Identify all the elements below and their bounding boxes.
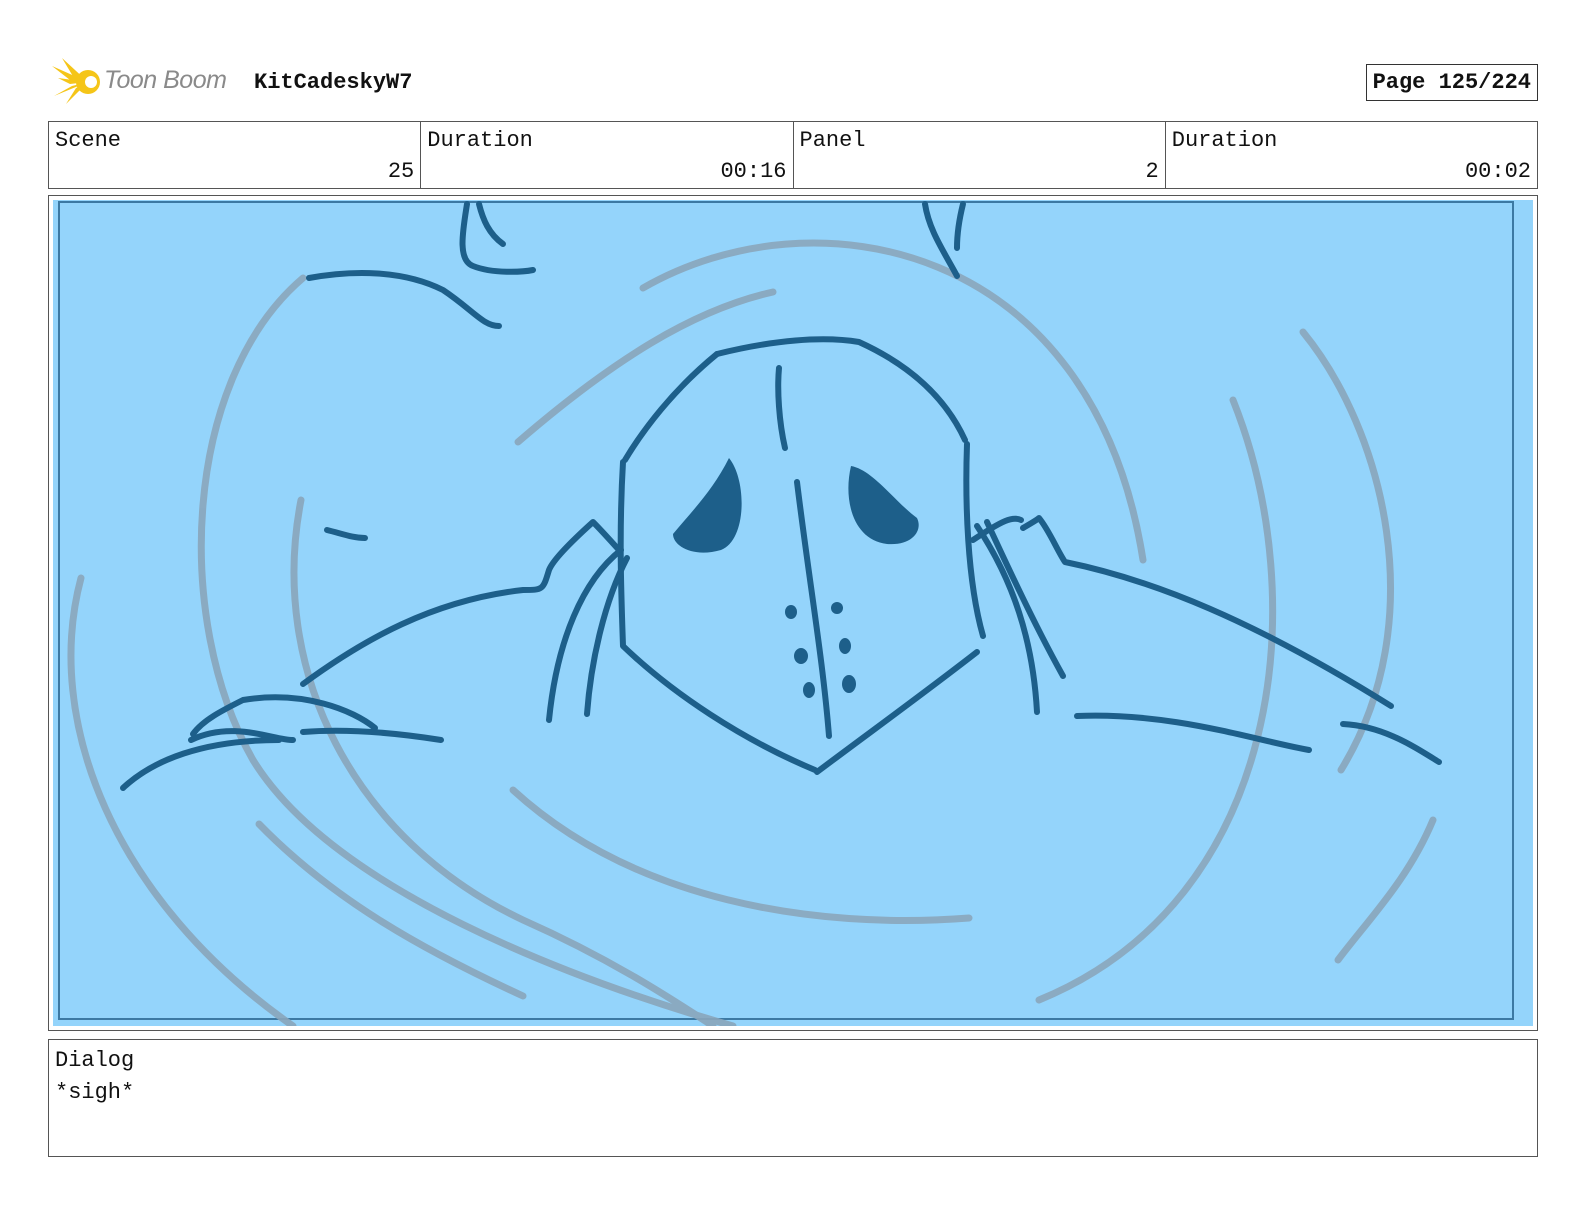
scene-label: Scene bbox=[55, 128, 122, 153]
dialog-label: Dialog bbox=[55, 1048, 135, 1073]
scene-value: 25 bbox=[387, 159, 415, 184]
toon-boom-starburst-icon bbox=[52, 58, 100, 104]
scene-duration-value: 00:16 bbox=[720, 159, 787, 184]
scene-cell: Scene 25 bbox=[49, 122, 422, 188]
dialog-text: *sigh* bbox=[55, 1080, 135, 1105]
panel-label: Panel bbox=[799, 128, 866, 153]
dialog-box: Dialog *sigh* bbox=[48, 1039, 1538, 1157]
panel-value: 2 bbox=[1145, 159, 1159, 184]
page-number: Page 125/224 bbox=[1365, 64, 1538, 101]
scene-duration-label: Duration bbox=[427, 128, 533, 153]
logo-text: Toon Boom bbox=[104, 66, 227, 94]
panel-info-table: Scene 25 Duration 00:16 Panel 2 Duration… bbox=[48, 121, 1538, 189]
panel-cell: Panel 2 bbox=[794, 122, 1166, 188]
project-title: KitCadeskyW7 bbox=[254, 70, 413, 95]
panel-duration-label: Duration bbox=[1171, 128, 1278, 153]
storyboard-panel-frame bbox=[48, 195, 1538, 1031]
toon-boom-logo: Toon Boom bbox=[48, 56, 248, 108]
panel-duration-cell: Duration 00:02 bbox=[1166, 122, 1537, 188]
page-header: Toon Boom KitCadeskyW7 Page 125/224 bbox=[48, 56, 1538, 108]
sketch-drawing bbox=[58, 201, 1514, 1026]
panel-duration-value: 00:02 bbox=[1464, 159, 1531, 184]
scene-duration-cell: Duration 00:16 bbox=[421, 122, 794, 188]
storyboard-sketch bbox=[53, 200, 1533, 1026]
